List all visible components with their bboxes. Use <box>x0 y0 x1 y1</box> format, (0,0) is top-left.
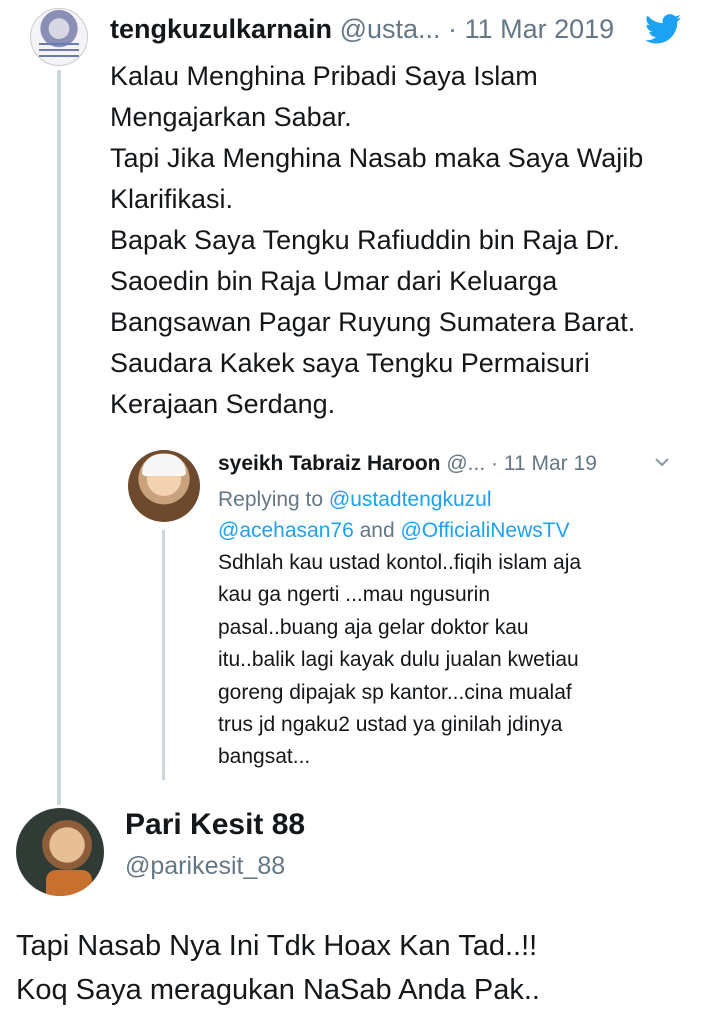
chevron-down-icon[interactable] <box>654 456 670 468</box>
reply-header: syeikh Tabraiz Haroon @... · 11 Mar 19 <box>218 452 597 476</box>
tweet-meta-separator: · <box>448 14 458 44</box>
post-text: Tapi Nasab Nya Ini Tdk Hoax Kan Tad..!! … <box>16 924 696 1012</box>
reply-text: Sdhlah kau ustad kontol..fiqih islam aja… <box>218 547 688 774</box>
tweet-text-line: Saudara Kakek saya Tengku Permaisuri <box>110 348 590 378</box>
reply-text-line: trus jd ngaku2 ustad ya ginilah jdinya <box>218 713 563 737</box>
replying-to: Replying to @ustadtengkuzul @acehasan76 a… <box>218 484 688 546</box>
post-author-avatar[interactable] <box>16 808 104 896</box>
tweet-text-line: Mengajarkan Sabar. <box>110 102 352 132</box>
tweet-text-line: Kalau Menghina Pribadi Saya Islam <box>110 61 538 91</box>
reply-author-handle[interactable]: @... <box>446 452 485 475</box>
reply-connector-line <box>162 530 165 780</box>
tweet-author-handle[interactable]: @usta... <box>340 14 441 44</box>
reply-date[interactable]: 11 Mar 19 <box>504 452 597 475</box>
reply-text-line: pasal..buang aja gelar doktor kau <box>218 615 529 639</box>
tweet-header: tengkuzulkarnain @usta... · 11 Mar 2019 <box>110 14 614 45</box>
tweet-author-name[interactable]: tengkuzulkarnain <box>110 14 332 44</box>
tweet-text-line: Kerajaan Serdang. <box>110 389 336 419</box>
tweet-text-line: Bapak Saya Tengku Rafiuddin bin Raja Dr. <box>110 225 620 255</box>
reply-text-line: goreng dipajak sp kantor...cina mualaf <box>218 680 572 704</box>
mention-link[interactable]: @ustadtengkuzul <box>329 488 492 511</box>
reply-text-line: Sdhlah kau ustad kontol..fiqih islam aja <box>218 551 582 574</box>
reply-author-name[interactable]: syeikh Tabraiz Haroon <box>218 452 441 475</box>
post-text-line: Koq Saya meragukan NaSab Anda Pak.. <box>16 974 540 1006</box>
reply-author-avatar[interactable] <box>128 450 200 522</box>
tweet-text-line: Bangsawan Pagar Ruyung Sumatera Barat. <box>110 307 636 337</box>
tweet-text-line: Saoedin bin Raja Umar dari Keluarga <box>110 266 558 296</box>
twitter-bird-icon[interactable] <box>645 14 681 44</box>
replying-to-conjunction: and <box>353 519 401 542</box>
reply-text-line: kau ga ngerti ...mau ngusurin <box>218 583 490 607</box>
thread-connector-line <box>57 70 61 805</box>
reply-meta-separator: · <box>491 452 499 475</box>
tweet-date[interactable]: 11 Mar 2019 <box>465 14 615 44</box>
post-author-name[interactable]: Pari Kesit 88 <box>125 808 305 842</box>
mention-link[interactable]: @OfficialiNewsTV <box>400 519 569 542</box>
reply-text-line: bangsat... <box>218 745 311 769</box>
reply-text-line: itu..balik lagi kayak dulu jualan kwetia… <box>218 648 579 672</box>
post-author-handle[interactable]: @parikesit_88 <box>125 852 285 881</box>
post-text-line: Tapi Nasab Nya Ini Tdk Hoax Kan Tad..!! <box>16 930 538 962</box>
tweet-text-line: Tapi Jika Menghina Nasab maka Saya Wajib <box>110 143 644 173</box>
mention-link[interactable]: @acehasan76 <box>218 519 354 542</box>
tweet-text-line: Klarifikasi. <box>110 184 234 214</box>
replying-to-prefix: Replying to <box>218 488 329 511</box>
tweet-text: Kalau Menghina Pribadi Saya Islam Mengaj… <box>110 56 700 425</box>
tweet-author-avatar[interactable] <box>30 8 88 66</box>
